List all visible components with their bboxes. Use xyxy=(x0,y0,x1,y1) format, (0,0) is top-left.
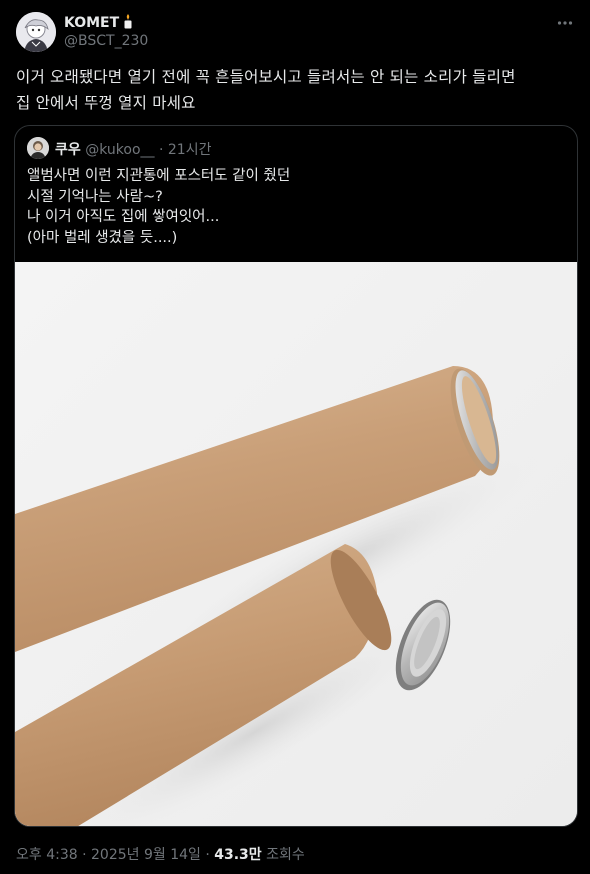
quoted-tweet-header: 쿠우 @kukoo__ · 21시간 xyxy=(55,139,211,159)
quoted-tweet[interactable]: 쿠우 @kukoo__ · 21시간 앨범사면 이런 지관통에 포스터도 같이 … xyxy=(14,125,578,827)
tweet-text-line: 이거 오래됐다면 열기 전에 꼭 흔들어보시고 들려서는 안 되는 소리가 들리… xyxy=(16,68,516,86)
quoted-tweet-image[interactable] xyxy=(15,262,577,826)
author-handle[interactable]: @BSCT_230 xyxy=(64,33,148,49)
quoted-author-avatar[interactable] xyxy=(27,137,49,159)
tweet-text-line: 집 안에서 뚜껑 열지 마세요 xyxy=(16,94,196,112)
tweet-timestamp[interactable]: 오후 4:38 · 2025년 9월 14일 · xyxy=(16,847,210,863)
tweet: KOMET @BSCT_230 이거 오래됐다면 열기 전에 꼭 흔들어보시고 … xyxy=(0,0,590,874)
views-label: 조회수 xyxy=(266,847,305,863)
tweet-meta: 오후 4:38 · 2025년 9월 14일 · 43.3만 조회수 xyxy=(16,844,305,864)
quoted-text-line: 앨범사면 이런 지관통에 포스터도 같이 줬던 xyxy=(27,168,291,184)
author-avatar[interactable] xyxy=(16,12,56,52)
quoted-author-name[interactable]: 쿠우 xyxy=(55,142,81,158)
more-options-icon[interactable] xyxy=(554,12,576,34)
quoted-author-handle[interactable]: @kukoo__ xyxy=(85,142,154,158)
candle-emoji-icon xyxy=(122,13,134,33)
tweet-text: 이거 오래됐다면 열기 전에 꼭 흔들어보시고 들려서는 안 되는 소리가 들리… xyxy=(16,64,578,116)
quoted-text-line: (아마 벌레 생겼을 듯....) xyxy=(27,229,178,246)
quoted-timestamp[interactable]: 21시간 xyxy=(168,142,212,158)
views-count: 43.3만 xyxy=(214,847,262,863)
quoted-text-line: 시절 기억나는 사람~? xyxy=(27,188,163,205)
quoted-separator: · xyxy=(158,142,164,158)
quoted-tweet-text: 앨범사면 이런 지관통에 포스터도 같이 줬던 시절 기억나는 사람~? 나 이… xyxy=(27,166,290,248)
author-display-name[interactable]: KOMET xyxy=(64,13,134,33)
author-name-text: KOMET xyxy=(64,15,120,31)
quoted-text-line: 나 이거 아직도 집에 쌓여잇어... xyxy=(27,209,220,225)
